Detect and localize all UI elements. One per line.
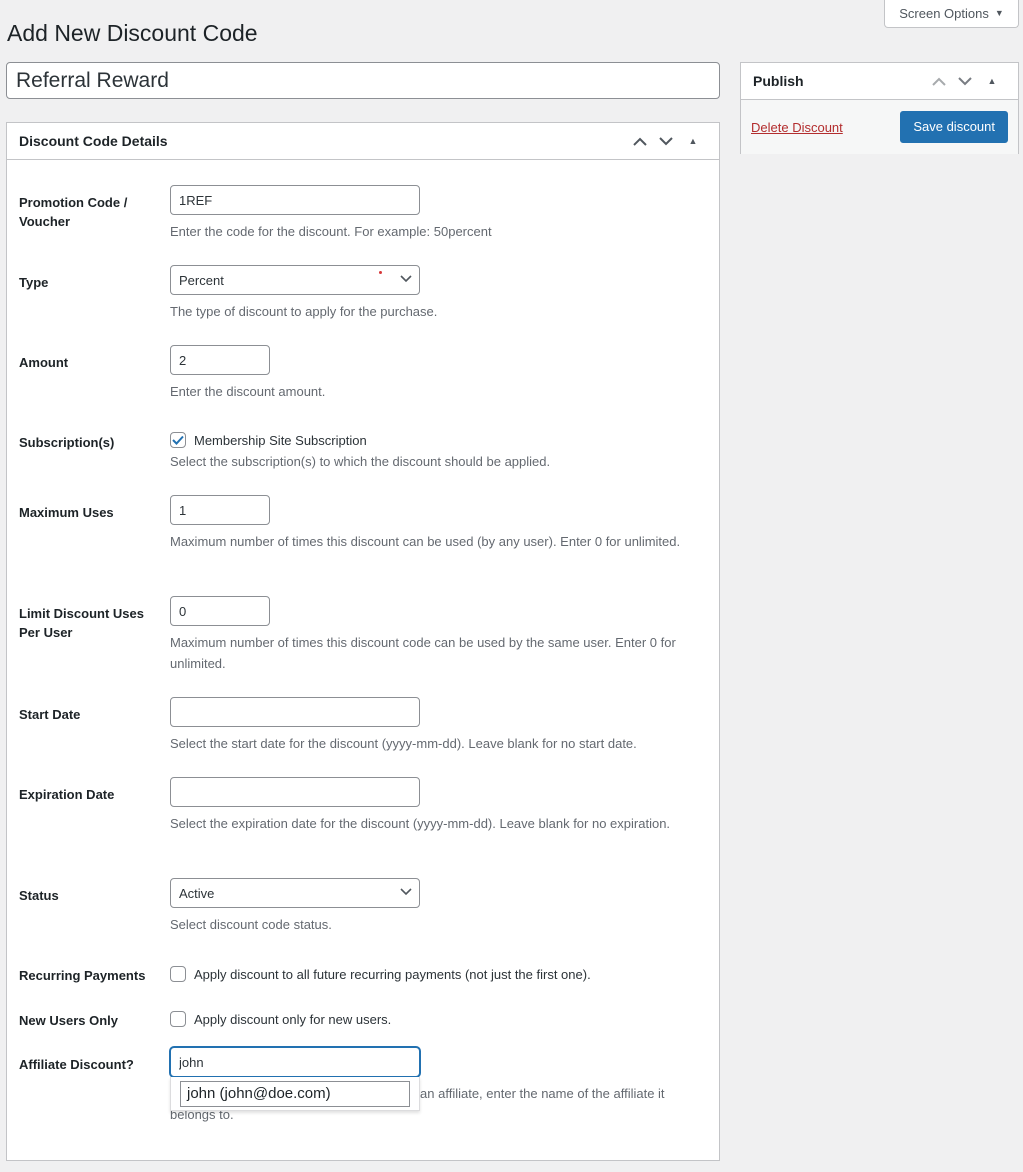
- expiration-date-label: Expiration Date: [19, 787, 115, 802]
- delete-discount-link[interactable]: Delete Discount: [751, 120, 843, 135]
- discount-details-box: Discount Code Details ▲ Promotion Code /…: [6, 122, 720, 1161]
- chevron-down-icon: [400, 275, 412, 283]
- new-users-option-label: Apply discount only for new users.: [194, 1011, 392, 1027]
- recurring-payments-label: Recurring Payments: [19, 968, 146, 983]
- subscriptions-description: Select the subscription(s) to which the …: [170, 454, 551, 469]
- collapse-toggle-icon[interactable]: ▲: [978, 68, 1006, 94]
- collapse-toggle-icon[interactable]: ▲: [679, 128, 707, 154]
- move-up-icon[interactable]: [627, 128, 653, 154]
- new-users-option[interactable]: Apply discount only for new users.: [170, 1011, 705, 1027]
- amount-label: Amount: [19, 355, 69, 370]
- details-box-title: Discount Code Details: [19, 133, 168, 149]
- maximum-uses-input[interactable]: [170, 495, 270, 525]
- expiration-date-description: Select the expiration date for the disco…: [170, 816, 671, 831]
- publish-box-header: Publish ▲: [741, 63, 1018, 100]
- recurring-option-label: Apply discount to all future recurring p…: [194, 966, 591, 982]
- status-label: Status: [19, 888, 59, 903]
- move-down-icon[interactable]: [653, 128, 679, 154]
- triangle-down-icon: ▼: [994, 8, 1004, 18]
- limit-per-user-label: Limit Discount Uses Per User: [19, 606, 144, 640]
- type-label: Type: [19, 275, 49, 290]
- discount-title-input[interactable]: [6, 62, 720, 99]
- screen-options-button[interactable]: Screen Options ▼: [884, 0, 1019, 28]
- new-users-checkbox[interactable]: [170, 1011, 186, 1027]
- limit-per-user-description: Maximum number of times this discount co…: [170, 635, 676, 671]
- screen-options-label: Screen Options: [899, 5, 989, 21]
- affiliate-discount-label: Affiliate Discount?: [19, 1057, 134, 1072]
- recurring-checkbox[interactable]: [170, 966, 186, 982]
- subscriptions-label: Subscription(s): [19, 435, 115, 450]
- save-discount-button[interactable]: Save discount: [900, 111, 1008, 143]
- type-select-value: Percent: [179, 272, 224, 288]
- start-date-description: Select the start date for the discount (…: [170, 736, 637, 751]
- status-select-value: Active: [179, 885, 215, 901]
- publish-box: Publish ▲ Delete Discount Save discount: [740, 62, 1019, 154]
- subscription-option[interactable]: Membership Site Subscription: [170, 432, 705, 448]
- start-date-input[interactable]: [170, 697, 420, 727]
- chevron-down-icon: [400, 888, 412, 896]
- recurring-option[interactable]: Apply discount to all future recurring p…: [170, 966, 705, 982]
- autocomplete-suggestion[interactable]: john (john@doe.com): [180, 1081, 410, 1107]
- promotion-code-input[interactable]: [170, 185, 420, 215]
- affiliate-input[interactable]: [170, 1047, 420, 1077]
- limit-per-user-input[interactable]: [170, 596, 270, 626]
- required-indicator: [379, 271, 382, 274]
- status-select[interactable]: Active: [170, 878, 420, 908]
- expiration-date-input[interactable]: [170, 777, 420, 807]
- promotion-code-label: Promotion Code / Voucher: [19, 195, 128, 229]
- amount-description: Enter the discount amount.: [170, 384, 326, 399]
- subscription-option-label: Membership Site Subscription: [194, 432, 367, 448]
- move-up-icon[interactable]: [926, 68, 952, 94]
- type-description: The type of discount to apply for the pu…: [170, 304, 438, 319]
- status-description: Select discount code status.: [170, 917, 332, 932]
- move-down-icon[interactable]: [952, 68, 978, 94]
- start-date-label: Start Date: [19, 707, 81, 722]
- details-box-header: Discount Code Details ▲: [7, 123, 719, 160]
- maximum-uses-label: Maximum Uses: [19, 505, 114, 520]
- type-select[interactable]: Percent: [170, 265, 420, 295]
- maximum-uses-description: Maximum number of times this discount ca…: [170, 534, 681, 549]
- subscription-checkbox[interactable]: [170, 432, 186, 448]
- publish-box-title: Publish: [753, 73, 804, 89]
- page-title: Add New Discount Code: [7, 20, 258, 46]
- promotion-code-description: Enter the code for the discount. For exa…: [170, 224, 492, 239]
- affiliate-autocomplete-dropdown: john (john@doe.com): [170, 1077, 420, 1111]
- amount-input[interactable]: [170, 345, 270, 375]
- checkmark-icon: [172, 435, 184, 445]
- new-users-only-label: New Users Only: [19, 1013, 118, 1028]
